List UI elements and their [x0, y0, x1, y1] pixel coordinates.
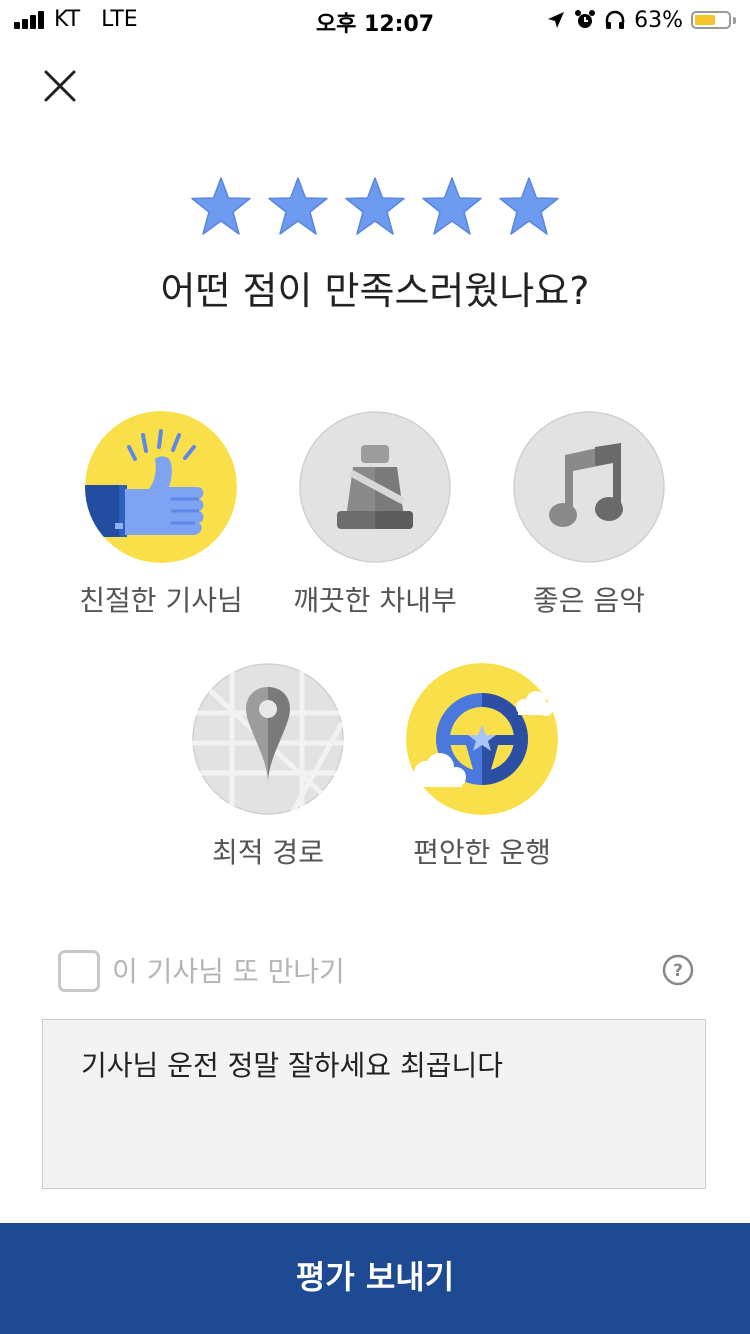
comment-textarea[interactable]: 기사님 운전 정말 잘하세요 최곱니다	[42, 1019, 706, 1189]
option-label: 깨끗한 차내부	[293, 584, 457, 617]
submit-rating-button[interactable]: 평가 보내기	[0, 1223, 750, 1334]
status-bar: KT LTE 오후 12:07 63%	[0, 0, 750, 40]
rematch-row: 이 기사님 또 만나기 ?	[58, 948, 698, 998]
close-button[interactable]	[36, 62, 84, 110]
battery-icon	[691, 11, 731, 29]
star-icon[interactable]	[498, 176, 560, 238]
rematch-label: 이 기사님 또 만나기	[112, 955, 345, 988]
close-icon	[44, 70, 76, 102]
option-comfortable-driving[interactable]: 편안한 운행	[371, 663, 591, 883]
star-icon[interactable]	[344, 176, 406, 238]
star-rating[interactable]	[190, 176, 560, 240]
option-label: 친절한 기사님	[79, 584, 243, 617]
battery-tip	[733, 16, 736, 24]
help-icon[interactable]: ?	[662, 954, 694, 986]
map-pin-icon	[192, 663, 344, 815]
option-optimal-route[interactable]: 최적 경로	[157, 663, 377, 883]
satisfaction-question: 어떤 점이 만족스러웠나요?	[160, 269, 590, 313]
option-good-music[interactable]: 좋은 음악	[478, 411, 698, 631]
option-label: 최적 경로	[212, 836, 324, 869]
option-label: 편안한 운행	[413, 836, 551, 869]
svg-text:?: ?	[673, 961, 683, 981]
thumbs-up-icon	[85, 411, 237, 563]
car-seat-icon	[299, 411, 451, 563]
option-clean-interior[interactable]: 깨끗한 차내부	[264, 411, 484, 631]
star-icon[interactable]	[267, 176, 329, 238]
music-note-icon	[513, 411, 665, 563]
star-icon[interactable]	[421, 176, 483, 238]
star-icon[interactable]	[190, 176, 252, 238]
alarm-icon	[575, 10, 596, 28]
option-label: 좋은 음악	[533, 584, 645, 617]
location-icon	[548, 12, 565, 28]
rematch-checkbox[interactable]	[58, 950, 100, 992]
steering-wheel-icon	[406, 663, 558, 815]
status-right: 63%	[546, 6, 736, 34]
headphones-icon	[605, 10, 625, 29]
option-kind-driver[interactable]: 친절한 기사님	[50, 411, 270, 631]
battery-percent: 63%	[634, 7, 683, 33]
